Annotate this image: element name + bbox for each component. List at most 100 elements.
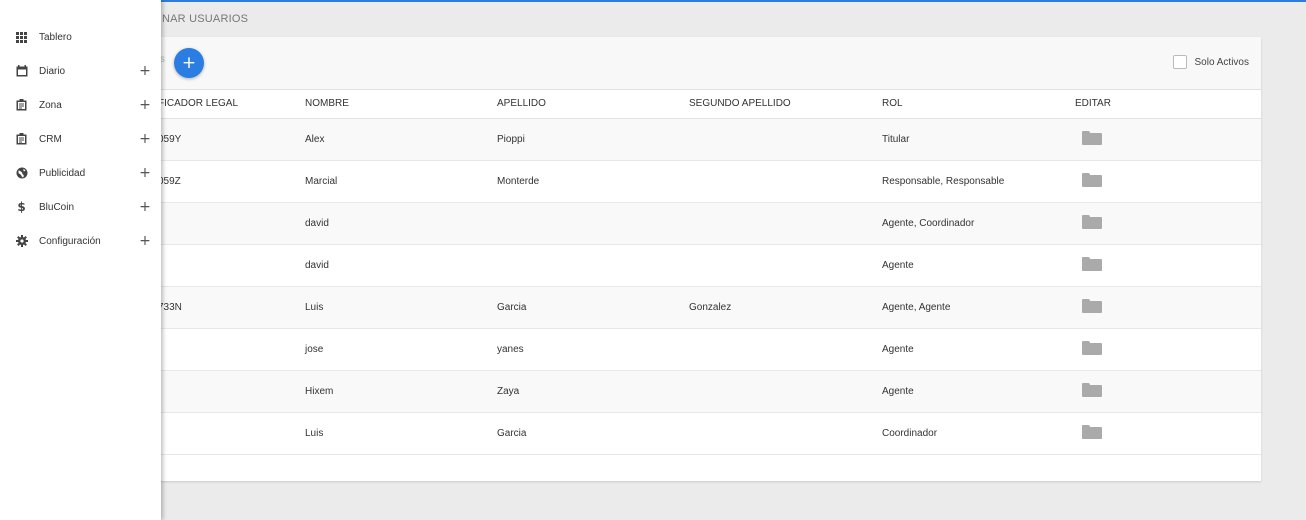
cell-legal-id [142, 412, 305, 455]
cell-nombre: Luis [305, 412, 497, 455]
cell-editar [1075, 244, 1261, 287]
col-header-apellido[interactable]: APELLIDO [497, 90, 689, 119]
sidebar-item-zona[interactable]: Zona + [0, 90, 161, 120]
cell-legal-id: 059Z [142, 160, 305, 203]
sidebar-item-publicidad[interactable]: Publicidad + [0, 158, 161, 188]
sidebar-item-diario[interactable]: Diario + [0, 56, 161, 86]
cell-apellido: Pioppi [497, 118, 689, 161]
expand-icon[interactable]: + [139, 234, 151, 248]
sidebar-item-crm[interactable]: CRM + [0, 124, 161, 154]
sidebar-item-blucoin[interactable]: $ BluCoin + [0, 192, 161, 222]
cell-segundo-apellido [689, 328, 882, 371]
users-table: FICADOR LEGAL NOMBRE APELLIDO SEGUNDO AP… [142, 90, 1261, 455]
cell-editar [1075, 118, 1261, 161]
folder-icon[interactable] [1082, 215, 1102, 229]
table-row: david Agente, Coordinador [142, 202, 1261, 245]
cell-rol: Coordinador [882, 412, 1075, 455]
cell-editar [1075, 160, 1261, 203]
folder-icon[interactable] [1082, 257, 1102, 271]
cell-editar [1075, 412, 1261, 455]
col-header-nombre[interactable]: NOMBRE [305, 90, 497, 119]
table-row: jose yanes Agente [142, 328, 1261, 371]
cell-legal-id [142, 328, 305, 371]
cell-legal-id [142, 244, 305, 287]
sidebar-drawer: Tablero Diario + Zona + CRM + Publicidad… [0, 0, 161, 520]
cell-rol: Agente [882, 370, 1075, 413]
sidebar-item-tablero[interactable]: Tablero [0, 22, 161, 52]
table-row: 733N Luis Garcia Gonzalez Agente, Agente [142, 286, 1261, 329]
table-row: david Agente [142, 244, 1261, 287]
cell-editar [1075, 202, 1261, 245]
cell-segundo-apellido [689, 244, 882, 287]
table-row: 059Y Alex Pioppi Titular [142, 118, 1261, 161]
cell-segundo-apellido [689, 370, 882, 413]
cell-legal-id [142, 370, 305, 413]
cell-apellido [497, 202, 689, 245]
cell-legal-id [142, 202, 305, 245]
dollar-icon: $ [17, 200, 26, 214]
cell-editar [1075, 370, 1261, 413]
cell-rol: Agente [882, 244, 1075, 287]
cell-rol: Agente, Coordinador [882, 202, 1075, 245]
folder-icon[interactable] [1082, 425, 1102, 439]
gear-icon [15, 235, 28, 248]
cell-apellido: Garcia [497, 286, 689, 329]
page-title: NAR USUARIOS [162, 13, 249, 25]
sidebar-item-configuracion[interactable]: Configuración + [0, 226, 161, 256]
clipboard-icon [15, 133, 28, 146]
cell-segundo-apellido: Gonzalez [689, 286, 882, 329]
active-only-label: Solo Activos [1194, 56, 1249, 68]
sidebar-item-label: Configuración [39, 235, 101, 247]
grid-icon [15, 31, 28, 44]
sidebar-item-label: BluCoin [39, 201, 75, 213]
add-user-button[interactable]: + [174, 48, 204, 78]
folder-icon[interactable] [1082, 173, 1102, 187]
cell-nombre: Marcial [305, 160, 497, 203]
col-header-editar: EDITAR [1075, 90, 1261, 119]
sidebar-item-label: Zona [39, 99, 62, 111]
folder-icon[interactable] [1082, 383, 1102, 397]
folder-icon[interactable] [1082, 299, 1102, 313]
expand-icon[interactable]: + [139, 200, 151, 214]
cell-segundo-apellido [689, 412, 882, 455]
cell-nombre: david [305, 244, 497, 287]
cell-legal-id: 733N [142, 286, 305, 329]
cell-rol: Titular [882, 118, 1075, 161]
table-row: 059Z Marcial Monterde Responsable, Respo… [142, 160, 1261, 203]
active-filter[interactable]: Solo Activos [1172, 55, 1249, 69]
expand-icon[interactable]: + [139, 98, 151, 112]
calendar-icon [15, 65, 28, 78]
clipboard-icon [15, 99, 28, 112]
col-header-rol[interactable]: ROL [882, 90, 1075, 119]
sidebar-item-label: Diario [39, 65, 66, 77]
cell-editar [1075, 286, 1261, 329]
cell-rol: Responsable, Responsable [882, 160, 1075, 203]
folder-icon[interactable] [1082, 341, 1102, 355]
cell-apellido [497, 244, 689, 287]
sidebar-item-label: Tablero [39, 31, 72, 43]
card-header: s + Solo Activos [142, 37, 1261, 90]
cell-rol: Agente [882, 328, 1075, 371]
table-header-row: FICADOR LEGAL NOMBRE APELLIDO SEGUNDO AP… [142, 90, 1261, 119]
active-only-checkbox[interactable] [1172, 55, 1187, 69]
cell-segundo-apellido [689, 160, 882, 203]
cell-apellido: yanes [497, 328, 689, 371]
table-row: Hixem Zaya Agente [142, 370, 1261, 413]
col-header-legal-id[interactable]: FICADOR LEGAL [142, 90, 305, 119]
cell-nombre: david [305, 202, 497, 245]
top-accent-bar [0, 0, 1306, 2]
cell-nombre: Alex [305, 118, 497, 161]
globe-icon [15, 167, 28, 180]
expand-icon[interactable]: + [139, 64, 151, 78]
cell-nombre: jose [305, 328, 497, 371]
cell-editar [1075, 328, 1261, 371]
folder-icon[interactable] [1082, 131, 1102, 145]
plus-icon: + [181, 53, 197, 73]
col-header-segundo-apellido[interactable]: SEGUNDO APELLIDO [689, 90, 882, 119]
sidebar-item-label: CRM [39, 133, 62, 145]
cell-apellido: Monterde [497, 160, 689, 203]
expand-icon[interactable]: + [139, 166, 151, 180]
table-row: Luis Garcia Coordinador [142, 412, 1261, 455]
cell-segundo-apellido [689, 202, 882, 245]
expand-icon[interactable]: + [139, 132, 151, 146]
